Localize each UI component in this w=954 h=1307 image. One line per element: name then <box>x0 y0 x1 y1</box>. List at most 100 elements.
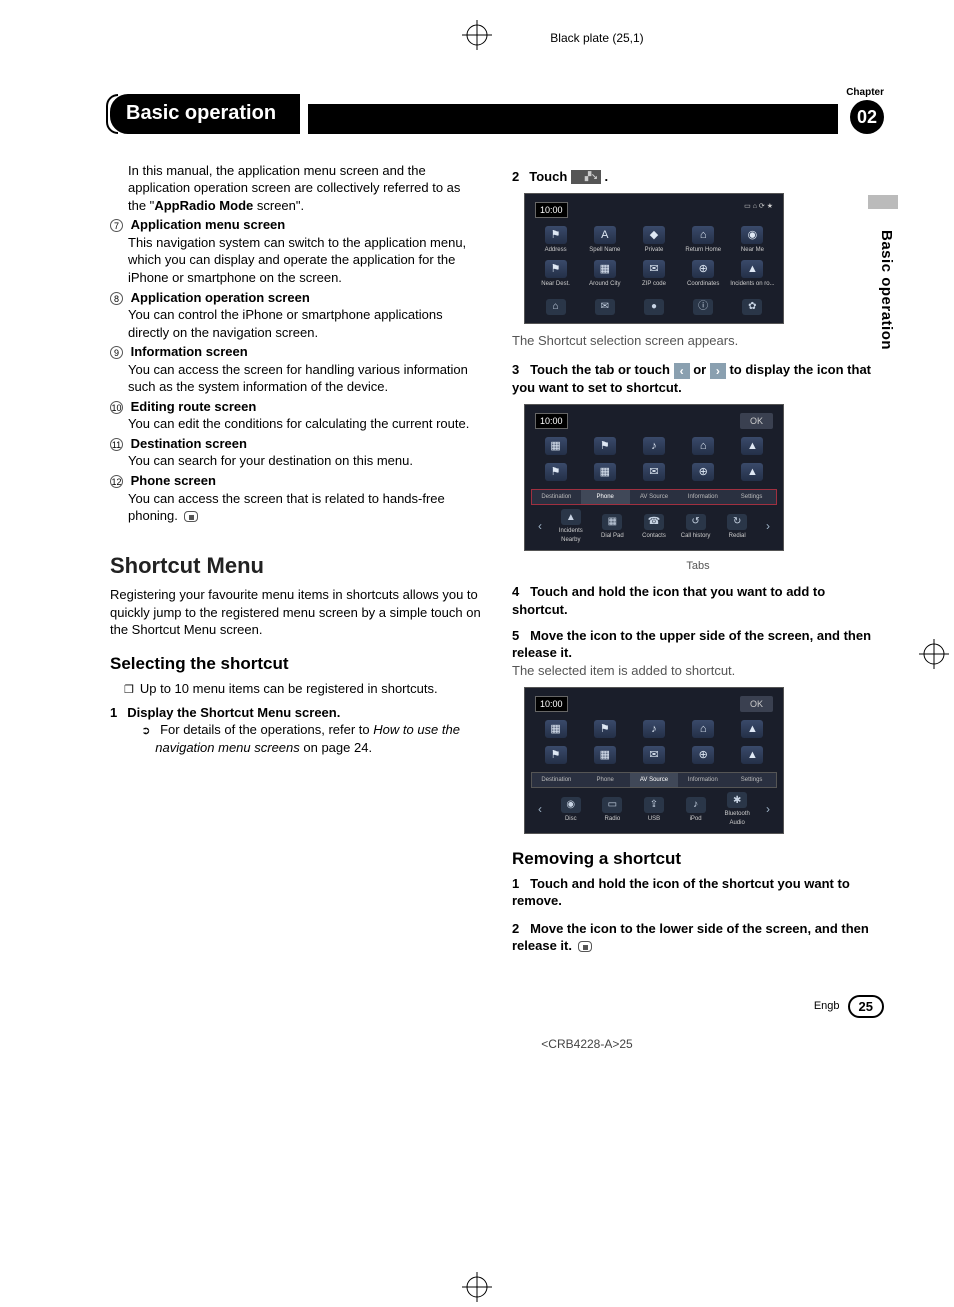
step-number: 2 <box>512 921 519 936</box>
settings-bar-icon[interactable]: ✿ <box>742 299 762 315</box>
item-11: 11 Destination screen You can search for… <box>110 435 482 470</box>
end-icon <box>184 511 198 522</box>
scr3-ok-button[interactable]: OK <box>740 696 773 712</box>
tab-phone[interactable]: Phone <box>581 773 630 787</box>
scroll-left-icon[interactable]: ‹ <box>531 801 549 817</box>
dialpad-icon[interactable]: ▦ <box>602 514 622 530</box>
footer-page-number: 25 <box>848 995 884 1019</box>
tab-avsource[interactable]: AV Source <box>630 490 679 504</box>
home-bar-icon[interactable]: ⌂ <box>546 299 566 315</box>
icon[interactable]: ⚑ <box>545 463 567 481</box>
circled-number: 9 <box>110 346 123 359</box>
step-number: 4 <box>512 584 519 599</box>
circled-number: 11 <box>110 438 123 451</box>
info-bar-icon[interactable]: ⓘ <box>693 299 713 315</box>
item-9: 9 Information screen You can access the … <box>110 343 482 396</box>
icon[interactable]: ♪ <box>643 437 665 455</box>
apps-bar-icon[interactable]: ● <box>644 299 664 315</box>
scroll-left-icon[interactable]: ‹ <box>531 518 549 534</box>
item-body: You can access the screen that is relate… <box>110 490 482 525</box>
scroll-right-icon[interactable]: › <box>759 518 777 534</box>
icon[interactable]: ⌂ <box>692 720 714 738</box>
item-7: 7 Application menu screen This navigatio… <box>110 216 482 286</box>
step-number: 5 <box>512 628 519 643</box>
nearme-icon[interactable]: ◉ <box>741 226 763 244</box>
shortcut-intro: Registering your favourite menu items in… <box>110 586 482 639</box>
icon[interactable]: ▲ <box>741 437 763 455</box>
footer: Engb 25 <box>110 995 884 1019</box>
icon[interactable]: ⊕ <box>692 746 714 764</box>
neardest-icon[interactable]: ⚑ <box>545 260 567 278</box>
item-body: You can access the screen for handling v… <box>110 361 482 396</box>
icon[interactable]: ✉ <box>643 463 665 481</box>
step5-note: The selected item is added to shortcut. <box>512 662 884 680</box>
tab-avsource[interactable]: AV Source <box>630 773 679 787</box>
incidents-icon[interactable]: ▲ <box>741 260 763 278</box>
incidents-icon[interactable]: ▲ <box>561 509 581 525</box>
chevron-right-icon[interactable]: › <box>710 363 726 379</box>
tab-destination[interactable]: Destination <box>532 773 581 787</box>
icon[interactable]: ⚑ <box>594 437 616 455</box>
city-icon[interactable]: ▦ <box>594 260 616 278</box>
step-1-ref: For details of the operations, refer to … <box>127 721 482 756</box>
icon[interactable]: ⚑ <box>594 720 616 738</box>
scr3-time: 10:00 <box>535 696 568 712</box>
step-2: 2 Touch ▞↘ . <box>512 168 884 186</box>
crop-mark-right <box>919 639 949 669</box>
icon[interactable]: ▲ <box>741 746 763 764</box>
selecting-shortcut-heading: Selecting the shortcut <box>110 653 482 676</box>
tab-destination[interactable]: Destination <box>532 490 581 504</box>
private-icon[interactable]: ◆ <box>643 226 665 244</box>
coords-icon[interactable]: ⊕ <box>692 260 714 278</box>
contacts-icon[interactable]: ☎ <box>644 514 664 530</box>
item-8: 8 Application operation screen You can c… <box>110 289 482 342</box>
ref-a: For details of the operations, refer to <box>160 722 373 737</box>
icon[interactable]: ▲ <box>741 720 763 738</box>
scr1-cell: ⊕Coordinates <box>679 260 728 288</box>
flag-icon[interactable]: ⚑ <box>545 226 567 244</box>
disc-icon[interactable]: ◉ <box>561 797 581 813</box>
scr2-ok-button[interactable]: OK <box>740 413 773 429</box>
item-title: Application operation screen <box>131 290 310 305</box>
usb-icon[interactable]: ⇪ <box>644 797 664 813</box>
zip-icon[interactable]: ✉ <box>643 260 665 278</box>
step3-b: or <box>693 362 710 377</box>
scroll-right-icon[interactable]: › <box>759 801 777 817</box>
ipod-icon[interactable]: ♪ <box>686 797 706 813</box>
icon[interactable]: ▦ <box>594 463 616 481</box>
tab-information[interactable]: Information <box>678 773 727 787</box>
icon[interactable]: ⚑ <box>545 746 567 764</box>
scr1-caption: The Shortcut selection screen appears. <box>512 332 884 350</box>
chapter-number: 02 <box>850 100 884 134</box>
tab-phone[interactable]: Phone <box>581 490 630 504</box>
icon[interactable]: ▦ <box>545 437 567 455</box>
chevron-left-icon[interactable]: ‹ <box>674 363 690 379</box>
icon[interactable]: ▦ <box>545 720 567 738</box>
scr1-cell: ⚑Address <box>531 226 580 254</box>
radio-icon[interactable]: ▭ <box>602 797 622 813</box>
icon[interactable]: ♪ <box>643 720 665 738</box>
home-icon[interactable]: ⌂ <box>692 226 714 244</box>
note-bullet: Up to 10 menu items can be registered in… <box>110 680 482 698</box>
chapter-label: Chapter <box>846 86 884 100</box>
bluetooth-icon[interactable]: ✱ <box>727 792 747 808</box>
icon[interactable]: ▦ <box>594 746 616 764</box>
item-title: Information screen <box>131 344 248 359</box>
chapter-tag: Chapter 02 <box>846 86 884 134</box>
scr1-time: 10:00 <box>535 202 568 218</box>
route-bar-icon[interactable]: ✉ <box>595 299 615 315</box>
icon[interactable]: ⊕ <box>692 463 714 481</box>
tab-settings[interactable]: Settings <box>727 490 776 504</box>
icon[interactable]: ✉ <box>643 746 665 764</box>
removing-shortcut-heading: Removing a shortcut <box>512 848 884 871</box>
redial-icon[interactable]: ↻ <box>727 514 747 530</box>
abc-icon[interactable]: A <box>594 226 616 244</box>
history-icon[interactable]: ↺ <box>686 514 706 530</box>
tab-settings[interactable]: Settings <box>727 773 776 787</box>
intro-paragraph: In this manual, the application menu scr… <box>110 162 482 215</box>
tab-information[interactable]: Information <box>678 490 727 504</box>
step-4: 4 Touch and hold the icon that you want … <box>512 583 884 618</box>
scr1-cell: ▲Incidents on ro... <box>728 260 777 288</box>
icon[interactable]: ▲ <box>741 463 763 481</box>
icon[interactable]: ⌂ <box>692 437 714 455</box>
